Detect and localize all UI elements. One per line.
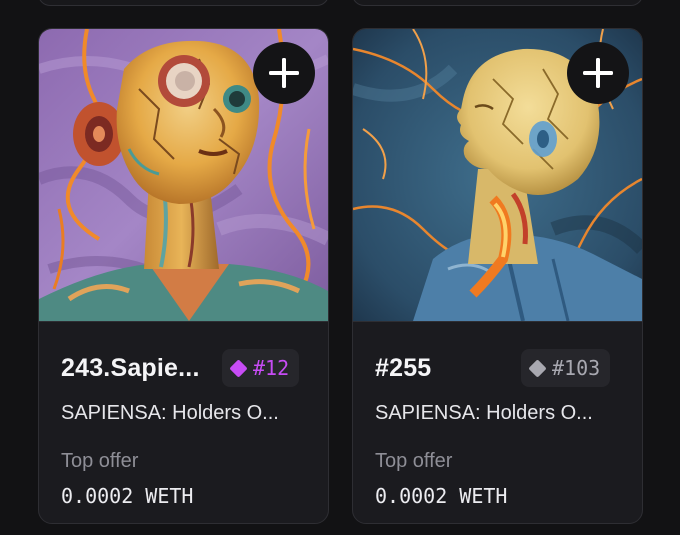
rarity-rank-badge[interactable]: #103 bbox=[521, 349, 611, 387]
collection-name[interactable]: SAPIENSA: Holders O... bbox=[61, 402, 279, 425]
nft-card-243[interactable]: 243.Sapie... #12 SAPIENSA: Holders O... … bbox=[38, 28, 329, 524]
diamond-icon bbox=[229, 358, 248, 378]
top-offer-value: 0.0002 WETH bbox=[61, 484, 194, 508]
plus-icon bbox=[269, 58, 299, 88]
nft-grid: 243.Sapie... #12 SAPIENSA: Holders O... … bbox=[0, 0, 680, 535]
nft-title[interactable]: #255 bbox=[375, 354, 431, 383]
add-to-cart-button[interactable] bbox=[567, 42, 629, 104]
collection-name[interactable]: SAPIENSA: Holders O... bbox=[375, 402, 593, 425]
plus-icon bbox=[583, 58, 613, 88]
card-divider bbox=[353, 321, 642, 322]
previous-card-left[interactable] bbox=[38, 0, 329, 6]
nft-image-243[interactable] bbox=[39, 29, 328, 321]
nft-card-255[interactable]: #255 #103 SAPIENSA: Holders O... Top off… bbox=[352, 28, 643, 524]
card-divider bbox=[39, 321, 328, 322]
nft-title[interactable]: 243.Sapie... bbox=[61, 354, 200, 383]
top-offer-label: Top offer bbox=[375, 450, 453, 472]
top-offer-label: Top offer bbox=[61, 450, 139, 472]
top-offer-value: 0.0002 WETH bbox=[375, 484, 508, 508]
rarity-rank-value: #103 bbox=[552, 356, 601, 380]
add-to-cart-button[interactable] bbox=[253, 42, 315, 104]
diamond-icon bbox=[528, 358, 547, 378]
nft-image-255[interactable] bbox=[353, 29, 642, 321]
rarity-rank-badge[interactable]: #12 bbox=[222, 349, 300, 387]
previous-card-right[interactable] bbox=[352, 0, 643, 6]
rarity-rank-value: #12 bbox=[253, 356, 290, 380]
